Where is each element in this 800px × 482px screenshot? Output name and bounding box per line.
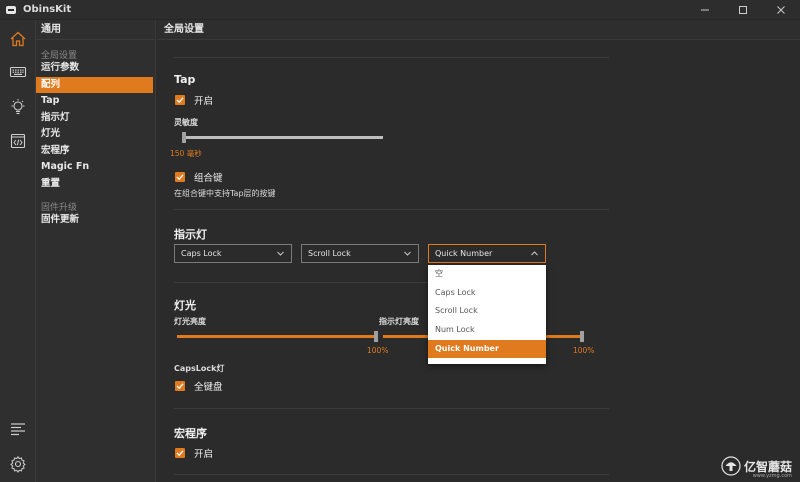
section-divider: [174, 282, 428, 283]
brightness-value: 100%: [367, 346, 389, 355]
indicator-select-3-value: Quick Number: [435, 249, 493, 258]
list-icon: [11, 423, 25, 436]
app-title: ObinsKit: [23, 4, 72, 15]
indicator-brightness-value: 100%: [573, 346, 595, 355]
rail-list-button[interactable]: [0, 414, 36, 444]
checkbox-checked-icon: [175, 381, 185, 391]
macro-section-title: 宏程序: [174, 427, 207, 440]
content-header: 全局设置: [157, 20, 800, 40]
icon-rail: [0, 20, 36, 482]
checkbox-checked-icon: [175, 448, 185, 458]
full-keyboard-checkbox[interactable]: 全键盘: [175, 379, 223, 393]
home-icon: [10, 31, 26, 47]
maximize-icon: [739, 6, 747, 14]
rail-home-button[interactable]: [0, 24, 36, 54]
indicator-brightness-slider-thumb[interactable]: [580, 331, 584, 342]
checkbox-checked-icon: [175, 95, 185, 105]
chevron-down-icon: [277, 251, 284, 256]
watermark-url: www.yzmg.com: [752, 473, 792, 479]
rail-lighting-button[interactable]: [0, 92, 36, 122]
section-divider: [174, 408, 609, 409]
combo-key-checkbox[interactable]: 组合键: [175, 170, 223, 184]
sidebar-item-reset[interactable]: 重置: [36, 176, 153, 193]
lighting-section-title: 灯光: [174, 299, 196, 312]
sensitivity-slider-track[interactable]: [182, 136, 383, 139]
dropdown-option-num-lock[interactable]: Num Lock: [428, 321, 546, 340]
minimize-icon: [701, 9, 709, 11]
indicator-brightness-label: 指示灯亮度: [379, 317, 419, 326]
capslock-light-label: CapsLock灯: [174, 364, 225, 373]
close-icon: [777, 6, 785, 14]
sensitivity-label: 灵敏度: [174, 118, 198, 127]
section-divider: [174, 209, 609, 210]
indicator-dropdown-list: 空 Caps Lock Scroll Lock Num Lock Quick N…: [428, 265, 546, 364]
sidebar-item-magic-fn[interactable]: Magic Fn: [36, 159, 153, 176]
chevron-up-icon: [531, 251, 538, 256]
sidebar-item-firmware-update[interactable]: 固件更新: [36, 212, 153, 229]
full-keyboard-label: 全键盘: [194, 382, 223, 393]
sidebar-item-macro[interactable]: 宏程序: [36, 143, 153, 160]
sensitivity-slider-thumb[interactable]: [182, 132, 186, 143]
dropdown-option-none[interactable]: 空: [428, 265, 546, 284]
sidebar-item-indicator[interactable]: 指示灯: [36, 110, 153, 127]
sidebar-item-lighting[interactable]: 灯光: [36, 126, 153, 143]
rail-keyboard-button[interactable]: [0, 57, 36, 87]
section-divider: [174, 57, 609, 58]
indicator-select-3[interactable]: Quick Number: [428, 244, 546, 263]
tap-enable-checkbox[interactable]: 开启: [175, 93, 213, 107]
combo-key-label: 组合键: [194, 173, 223, 184]
maximize-button[interactable]: [724, 0, 762, 20]
dropdown-option-caps-lock[interactable]: Caps Lock: [428, 284, 546, 303]
close-button[interactable]: [762, 0, 800, 20]
brightness-slider-thumb[interactable]: [374, 331, 378, 342]
watermark: 亿智蘑菇 www.yzmg.com: [721, 456, 792, 479]
minimize-button[interactable]: [686, 0, 724, 20]
content-panel: 全局设置 Tap 开启 灵敏度 150 毫秒 组合键 在组合键中支持Tap层的按…: [157, 20, 800, 482]
gear-icon: [10, 455, 26, 473]
macro-enable-checkbox[interactable]: 开启: [175, 446, 213, 460]
checkbox-checked-icon: [175, 172, 185, 182]
indicator-select-2-value: Scroll Lock: [308, 249, 351, 258]
sidebar-item-run-params[interactable]: 运行参数: [36, 60, 153, 77]
brightness-label: 灯光亮度: [174, 317, 206, 326]
combo-key-hint: 在组合键中支持Tap层的按键: [174, 189, 276, 198]
tap-section-title: Tap: [174, 73, 196, 86]
watermark-text: 亿智蘑菇: [743, 459, 792, 474]
macro-enable-label: 开启: [194, 449, 214, 460]
indicator-select-1[interactable]: Caps Lock: [174, 244, 292, 263]
sidebar-item-tap[interactable]: Tap: [36, 93, 153, 110]
dropdown-option-quick-number[interactable]: Quick Number: [428, 339, 546, 359]
chevron-down-icon: [404, 251, 411, 256]
rail-macro-button[interactable]: [0, 126, 36, 156]
sidebar-group-firmware: 固件升级: [41, 203, 78, 213]
brightness-slider-track[interactable]: [177, 335, 376, 338]
dropdown-option-scroll-lock[interactable]: Scroll Lock: [428, 302, 546, 321]
indicator-select-2[interactable]: Scroll Lock: [301, 244, 419, 263]
rail-settings-button[interactable]: [0, 449, 36, 479]
bulb-icon: [11, 99, 25, 115]
sidebar-header: 通用: [36, 20, 155, 40]
sidebar-item-layout[interactable]: 配列: [36, 76, 153, 93]
keyboard-icon: [9, 66, 27, 78]
sidebar: 通用 全局设置 运行参数 配列 Tap 指示灯 灯光 宏程序 Magic Fn …: [36, 20, 156, 482]
section-divider: [174, 474, 609, 475]
sensitivity-value: 150 毫秒: [170, 149, 202, 158]
tap-enable-label: 开启: [194, 96, 214, 107]
code-icon: [10, 133, 26, 149]
app-logo-icon: [6, 5, 16, 14]
indicator-section-title: 指示灯: [174, 228, 207, 241]
title-bar: ObinsKit: [0, 0, 800, 20]
sidebar-group-global: 全局设置: [41, 51, 78, 61]
indicator-select-1-value: Caps Lock: [181, 249, 222, 258]
mushroom-logo-icon: [721, 456, 741, 476]
